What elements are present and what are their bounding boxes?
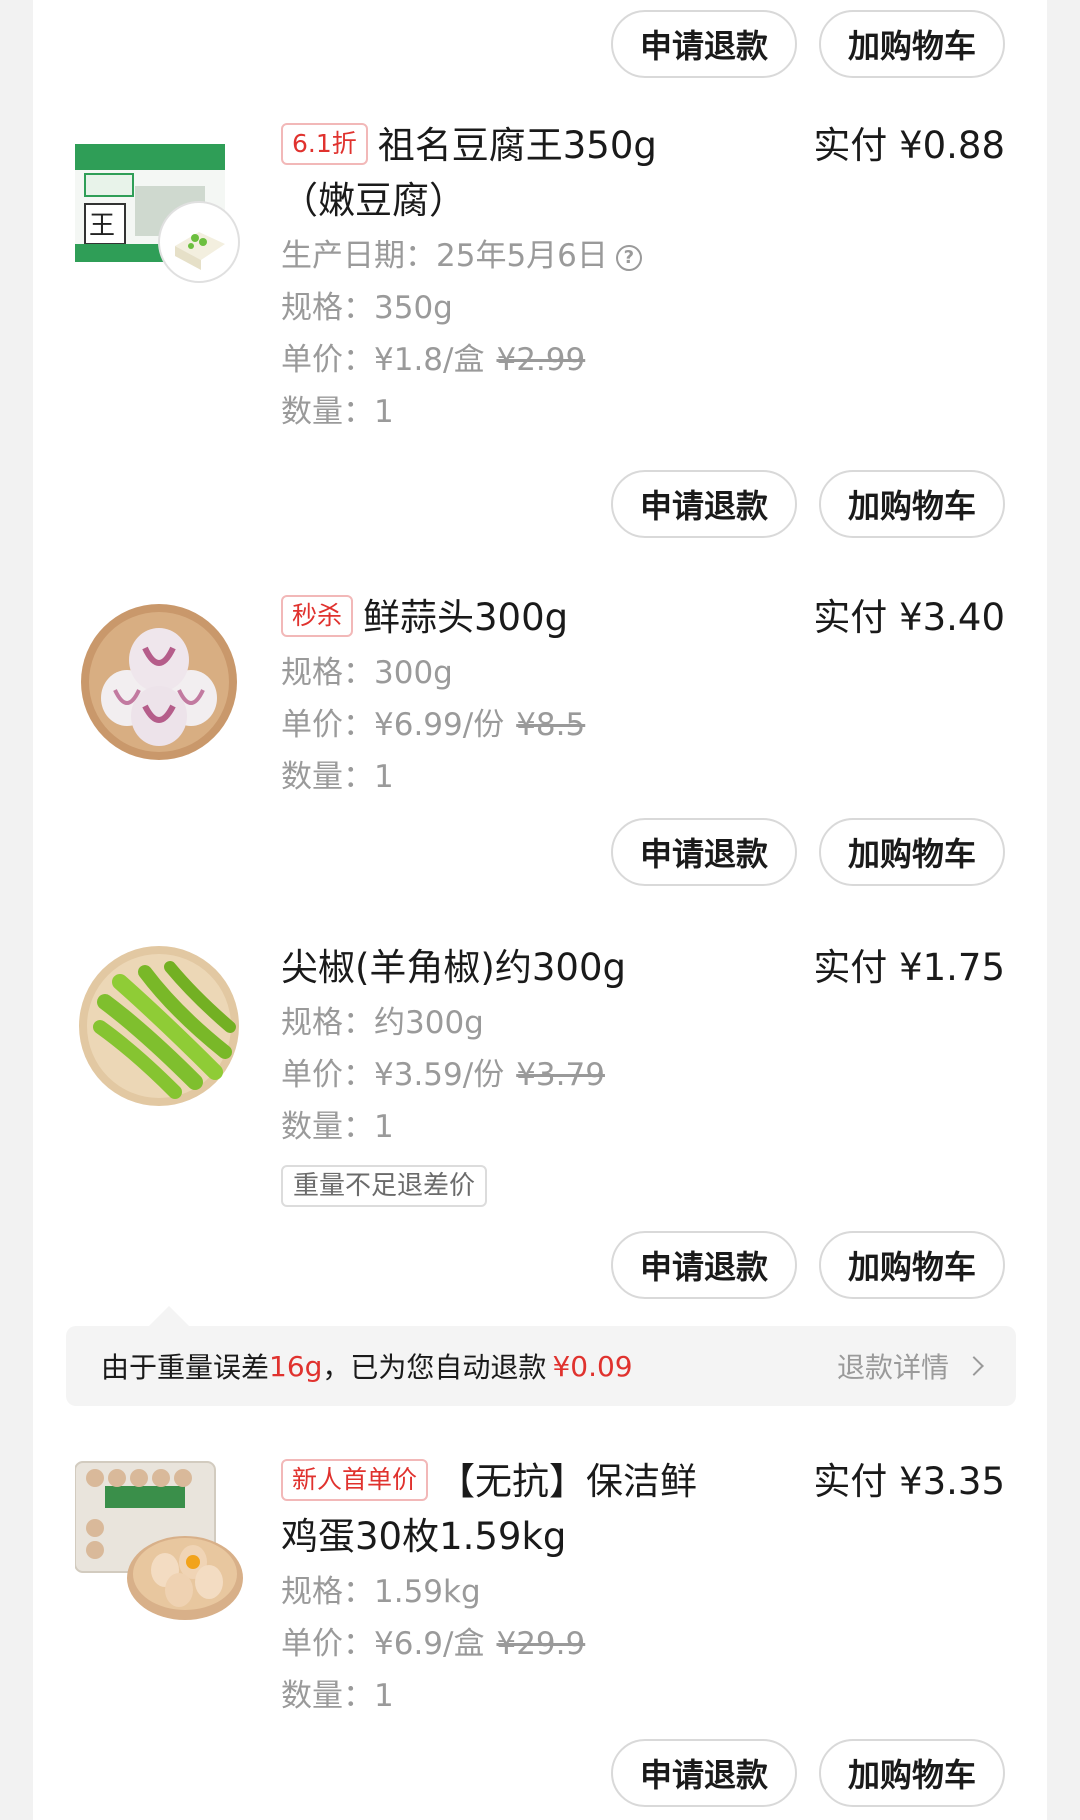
item-quantity: 数量：1 <box>281 1109 394 1145</box>
new-user-price-tag: 新人首单价 <box>281 1459 429 1501</box>
item-info: 新人首单价 【无抗】保洁鲜鸡蛋30枚1.59kg 规格：1.59kg 单价：¥6.… <box>281 1454 701 1722</box>
eggs-image <box>75 1461 243 1620</box>
item-actions: 申请退款 加购物车 <box>611 1739 1005 1807</box>
item-quantity: 数量：1 <box>281 759 394 795</box>
refund-amount: ¥0.09 <box>552 1349 633 1383</box>
item-title[interactable]: 6.1折 祖名豆腐王350g（嫩豆腐） <box>281 118 701 228</box>
add-to-cart-button[interactable]: 加购物车 <box>819 470 1005 538</box>
add-to-cart-button[interactable]: 加购物车 <box>819 10 1005 78</box>
help-icon[interactable]: ? <box>615 245 642 271</box>
item-title[interactable]: 新人首单价 【无抗】保洁鲜鸡蛋30枚1.59kg <box>281 1454 701 1564</box>
item-actions: 申请退款 加购物车 <box>611 1231 1005 1299</box>
original-price: ¥29.9 <box>496 1626 586 1662</box>
item-info: 6.1折 祖名豆腐王350g（嫩豆腐） 生产日期：25年5月6日? 规格：350g… <box>281 118 701 438</box>
original-price: ¥8.5 <box>516 707 586 743</box>
notice-pointer <box>149 1306 189 1326</box>
garlic-image <box>81 604 237 760</box>
paid-price: 实付 ¥0.88 <box>813 124 1005 167</box>
refund-button[interactable]: 申请退款 <box>611 1231 797 1299</box>
paid-price: 实付 ¥1.75 <box>813 946 1005 989</box>
item-quantity: 数量：1 <box>281 394 394 430</box>
item-spec: 规格：1.59kg <box>281 1574 481 1610</box>
add-to-cart-button[interactable]: 加购物车 <box>819 818 1005 886</box>
item-unit-price: 单价：¥6.9/盒 ¥29.9 <box>281 1626 586 1662</box>
item-spec: 规格：300g <box>281 655 453 691</box>
flash-sale-tag: 秒杀 <box>281 595 354 637</box>
item-unit-price: 单价：¥3.59/份 ¥3.79 <box>281 1057 605 1093</box>
weight-refund-tag: 重量不足退差价 <box>281 1165 488 1207</box>
item-actions: 申请退款 加购物车 <box>611 470 1005 538</box>
item-title[interactable]: 秒杀 鲜蒜头300g <box>281 590 701 645</box>
item-info: 秒杀 鲜蒜头300g 规格：300g 单价：¥6.99/份 ¥8.5 数量：1 <box>281 590 701 803</box>
original-price: ¥2.99 <box>496 342 586 378</box>
refund-weight: 16g <box>269 1349 323 1383</box>
order-items-card: 申请退款 加购物车 王 6.1折 祖名豆腐王350g（嫩豆腐） 生产日期：25年5… <box>33 0 1047 1820</box>
item-title[interactable]: 尖椒(羊角椒)约300g <box>281 940 701 995</box>
item-info: 尖椒(羊角椒)约300g 规格：约300g 单价：¥3.59/份 ¥3.79 数量… <box>281 940 701 1207</box>
chevron-right-icon <box>964 1356 984 1376</box>
green-pepper-image <box>79 946 239 1106</box>
refund-detail-link[interactable]: 退款详情 <box>837 1346 984 1386</box>
item-quantity: 数量：1 <box>281 1678 394 1714</box>
paid-price: 实付 ¥3.35 <box>813 1460 1005 1503</box>
item-actions: 申请退款 加购物车 <box>611 10 1005 78</box>
discount-tag: 6.1折 <box>281 123 368 165</box>
refund-button[interactable]: 申请退款 <box>611 1739 797 1807</box>
auto-refund-notice: 由于重量误差 16g ，已为您自动退款 ¥0.09 退款详情 <box>66 1326 1016 1406</box>
refund-button[interactable]: 申请退款 <box>611 10 797 78</box>
paid-price: 实付 ¥3.40 <box>813 596 1005 639</box>
refund-button[interactable]: 申请退款 <box>611 470 797 538</box>
item-spec: 规格：约300g <box>281 1005 484 1041</box>
tofu-package-image: 王 <box>75 144 240 283</box>
add-to-cart-button[interactable]: 加购物车 <box>819 1231 1005 1299</box>
original-price: ¥3.79 <box>516 1057 605 1093</box>
item-unit-price: 单价：¥6.99/份 ¥8.5 <box>281 707 586 743</box>
refund-button[interactable]: 申请退款 <box>611 818 797 886</box>
add-to-cart-button[interactable]: 加购物车 <box>819 1739 1005 1807</box>
item-spec: 规格：350g <box>281 290 453 326</box>
item-unit-price: 单价：¥1.8/盒 ¥2.99 <box>281 342 586 378</box>
svg-text:王: 王 <box>89 211 115 241</box>
production-date: 生产日期：25年5月6日? <box>281 230 701 282</box>
item-actions: 申请退款 加购物车 <box>611 818 1005 886</box>
